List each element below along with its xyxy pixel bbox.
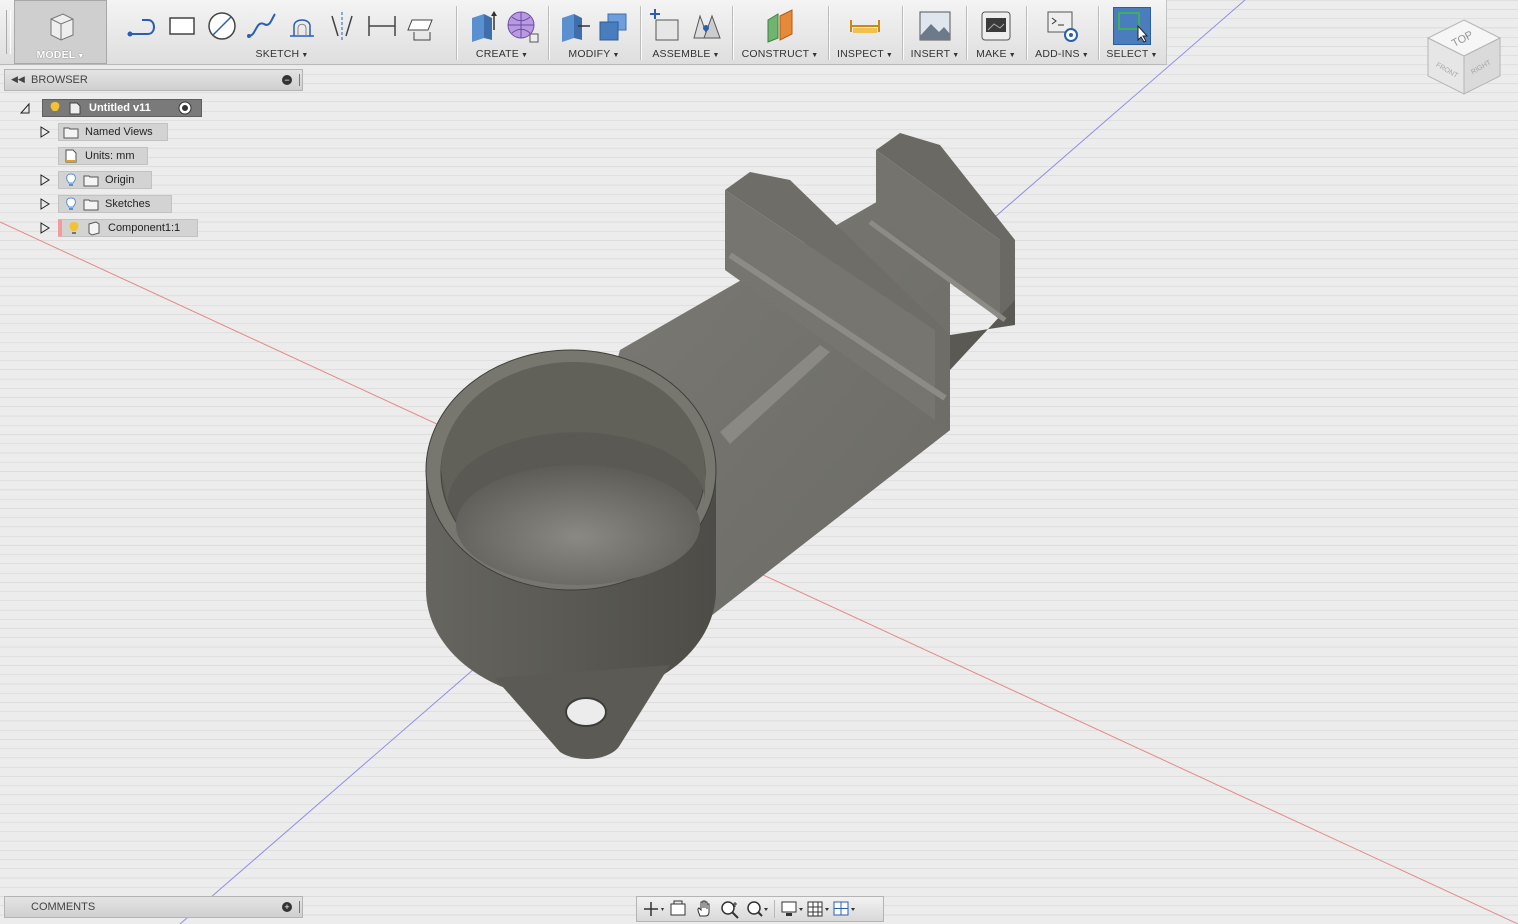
collapse-panel-icon[interactable]: ◀◀ bbox=[11, 74, 25, 85]
construct-label: CONSTRUCT bbox=[741, 48, 810, 60]
navigation-bar bbox=[636, 896, 884, 922]
lightbulb-off-icon[interactable] bbox=[63, 172, 79, 188]
make-label: MAKE bbox=[976, 48, 1007, 60]
zoom-window-icon[interactable] bbox=[745, 899, 769, 919]
panel-grip[interactable] bbox=[299, 901, 300, 913]
component-label: Component1:1 bbox=[108, 222, 181, 234]
model-cube-icon bbox=[43, 9, 79, 45]
named-views-label: Named Views bbox=[85, 126, 153, 138]
toolbar-grip[interactable] bbox=[6, 10, 11, 54]
panel-grip[interactable] bbox=[299, 74, 300, 86]
joint-icon[interactable] bbox=[688, 8, 724, 44]
collapse-triangle-icon[interactable] bbox=[20, 102, 30, 114]
create-label: CREATE bbox=[475, 48, 519, 60]
3d-print-icon[interactable] bbox=[978, 8, 1014, 44]
inspect-group[interactable]: INSPECT ▼ bbox=[832, 0, 898, 64]
select-label: SELECT bbox=[1106, 48, 1149, 60]
document-name: Untitled v11 bbox=[89, 102, 151, 114]
pan-icon[interactable] bbox=[693, 899, 717, 919]
lightbulb-icon[interactable] bbox=[47, 100, 63, 116]
model-scene[interactable] bbox=[0, 0, 1518, 924]
display-settings-icon[interactable] bbox=[780, 899, 804, 919]
expand-triangle-icon[interactable] bbox=[40, 126, 50, 138]
assemble-group[interactable]: ASSEMBLE ▼ bbox=[644, 0, 728, 64]
scripts-icon[interactable] bbox=[1044, 8, 1080, 44]
origin-node[interactable]: Origin bbox=[58, 171, 152, 189]
orbit-icon[interactable] bbox=[641, 899, 665, 919]
sketches-label: Sketches bbox=[105, 198, 151, 210]
browser-panel-header[interactable]: ◀◀ BROWSER − bbox=[4, 69, 303, 91]
sketch-group[interactable]: SKETCH ▼ bbox=[112, 0, 452, 64]
modify-label: MODIFY bbox=[568, 48, 611, 60]
browser-title: BROWSER bbox=[31, 74, 88, 86]
new-component-icon[interactable] bbox=[648, 8, 684, 44]
spline-icon[interactable] bbox=[244, 8, 280, 44]
stop-sketch-icon[interactable] bbox=[404, 8, 440, 44]
add-comment-icon[interactable]: + bbox=[282, 902, 292, 912]
lightbulb-icon[interactable] bbox=[66, 220, 82, 236]
zoom-icon[interactable] bbox=[719, 899, 743, 919]
lightbulb-off-icon[interactable] bbox=[63, 196, 79, 212]
insert-group[interactable]: INSERT ▼ bbox=[904, 0, 966, 64]
canvas-viewport[interactable] bbox=[0, 0, 1518, 924]
units-node[interactable]: Units: mm bbox=[58, 147, 148, 165]
view-cube[interactable]: TOP FRONT RIGHT bbox=[1420, 14, 1508, 102]
sketches-node[interactable]: Sketches bbox=[58, 195, 172, 213]
origin-label: Origin bbox=[105, 174, 135, 186]
document-settings-icon bbox=[65, 149, 77, 163]
look-at-icon[interactable] bbox=[667, 899, 691, 919]
circle-icon[interactable] bbox=[204, 8, 240, 44]
insert-image-icon[interactable] bbox=[917, 8, 953, 44]
minimize-icon[interactable]: − bbox=[282, 75, 292, 85]
offset-icon[interactable] bbox=[284, 8, 320, 44]
form-icon[interactable] bbox=[504, 8, 540, 44]
viewports-icon[interactable] bbox=[832, 899, 856, 919]
offset-plane-icon[interactable] bbox=[762, 8, 798, 44]
insert-label: INSERT bbox=[910, 48, 951, 60]
component-doc-icon bbox=[69, 102, 81, 115]
workspace-label: MODEL bbox=[36, 49, 76, 61]
select-group[interactable]: SELECT ▼ bbox=[1102, 0, 1162, 64]
create-group[interactable]: CREATE ▼ bbox=[460, 0, 544, 64]
measure-icon[interactable] bbox=[847, 8, 883, 44]
folder-icon bbox=[83, 175, 99, 187]
fillet-icon[interactable] bbox=[596, 8, 632, 44]
main-toolbar: MODEL ▼ SKETCH ▼ CREATE ▼ MODIFY ▼ ASSEM… bbox=[0, 0, 1167, 65]
folder-icon bbox=[83, 199, 99, 211]
sketch-label: SKETCH bbox=[255, 48, 300, 60]
workspace-switcher[interactable]: MODEL ▼ bbox=[14, 0, 107, 64]
expand-triangle-icon[interactable] bbox=[40, 174, 50, 186]
assemble-label: ASSEMBLE bbox=[652, 48, 711, 60]
addins-group[interactable]: ADD-INS ▼ bbox=[1028, 0, 1096, 64]
grid-settings-icon[interactable] bbox=[806, 899, 830, 919]
extrude-icon[interactable] bbox=[464, 8, 500, 44]
rectangle-icon[interactable] bbox=[164, 8, 200, 44]
units-label: Units: mm bbox=[85, 150, 135, 162]
dimension-icon[interactable] bbox=[364, 8, 400, 44]
press-pull-icon[interactable] bbox=[556, 8, 592, 44]
component-node[interactable]: Component1:1 bbox=[58, 219, 198, 237]
mirror-icon[interactable] bbox=[324, 8, 360, 44]
line-icon[interactable] bbox=[124, 8, 160, 44]
named-views-node[interactable]: Named Views bbox=[58, 123, 168, 141]
activate-radio-icon[interactable] bbox=[178, 101, 192, 115]
comments-panel[interactable]: COMMENTS + bbox=[4, 896, 303, 918]
expand-triangle-icon[interactable] bbox=[40, 222, 50, 234]
make-group[interactable]: MAKE ▼ bbox=[968, 0, 1024, 64]
expand-triangle-icon[interactable] bbox=[40, 198, 50, 210]
modify-group[interactable]: MODIFY ▼ bbox=[552, 0, 636, 64]
folder-icon bbox=[63, 127, 79, 139]
comments-title: COMMENTS bbox=[31, 901, 96, 913]
construct-group[interactable]: CONSTRUCT ▼ bbox=[736, 0, 824, 64]
inspect-label: INSPECT bbox=[836, 48, 884, 60]
component-icon bbox=[88, 221, 100, 236]
addins-label: ADD-INS bbox=[1035, 48, 1080, 60]
select-icon[interactable] bbox=[1113, 7, 1151, 45]
